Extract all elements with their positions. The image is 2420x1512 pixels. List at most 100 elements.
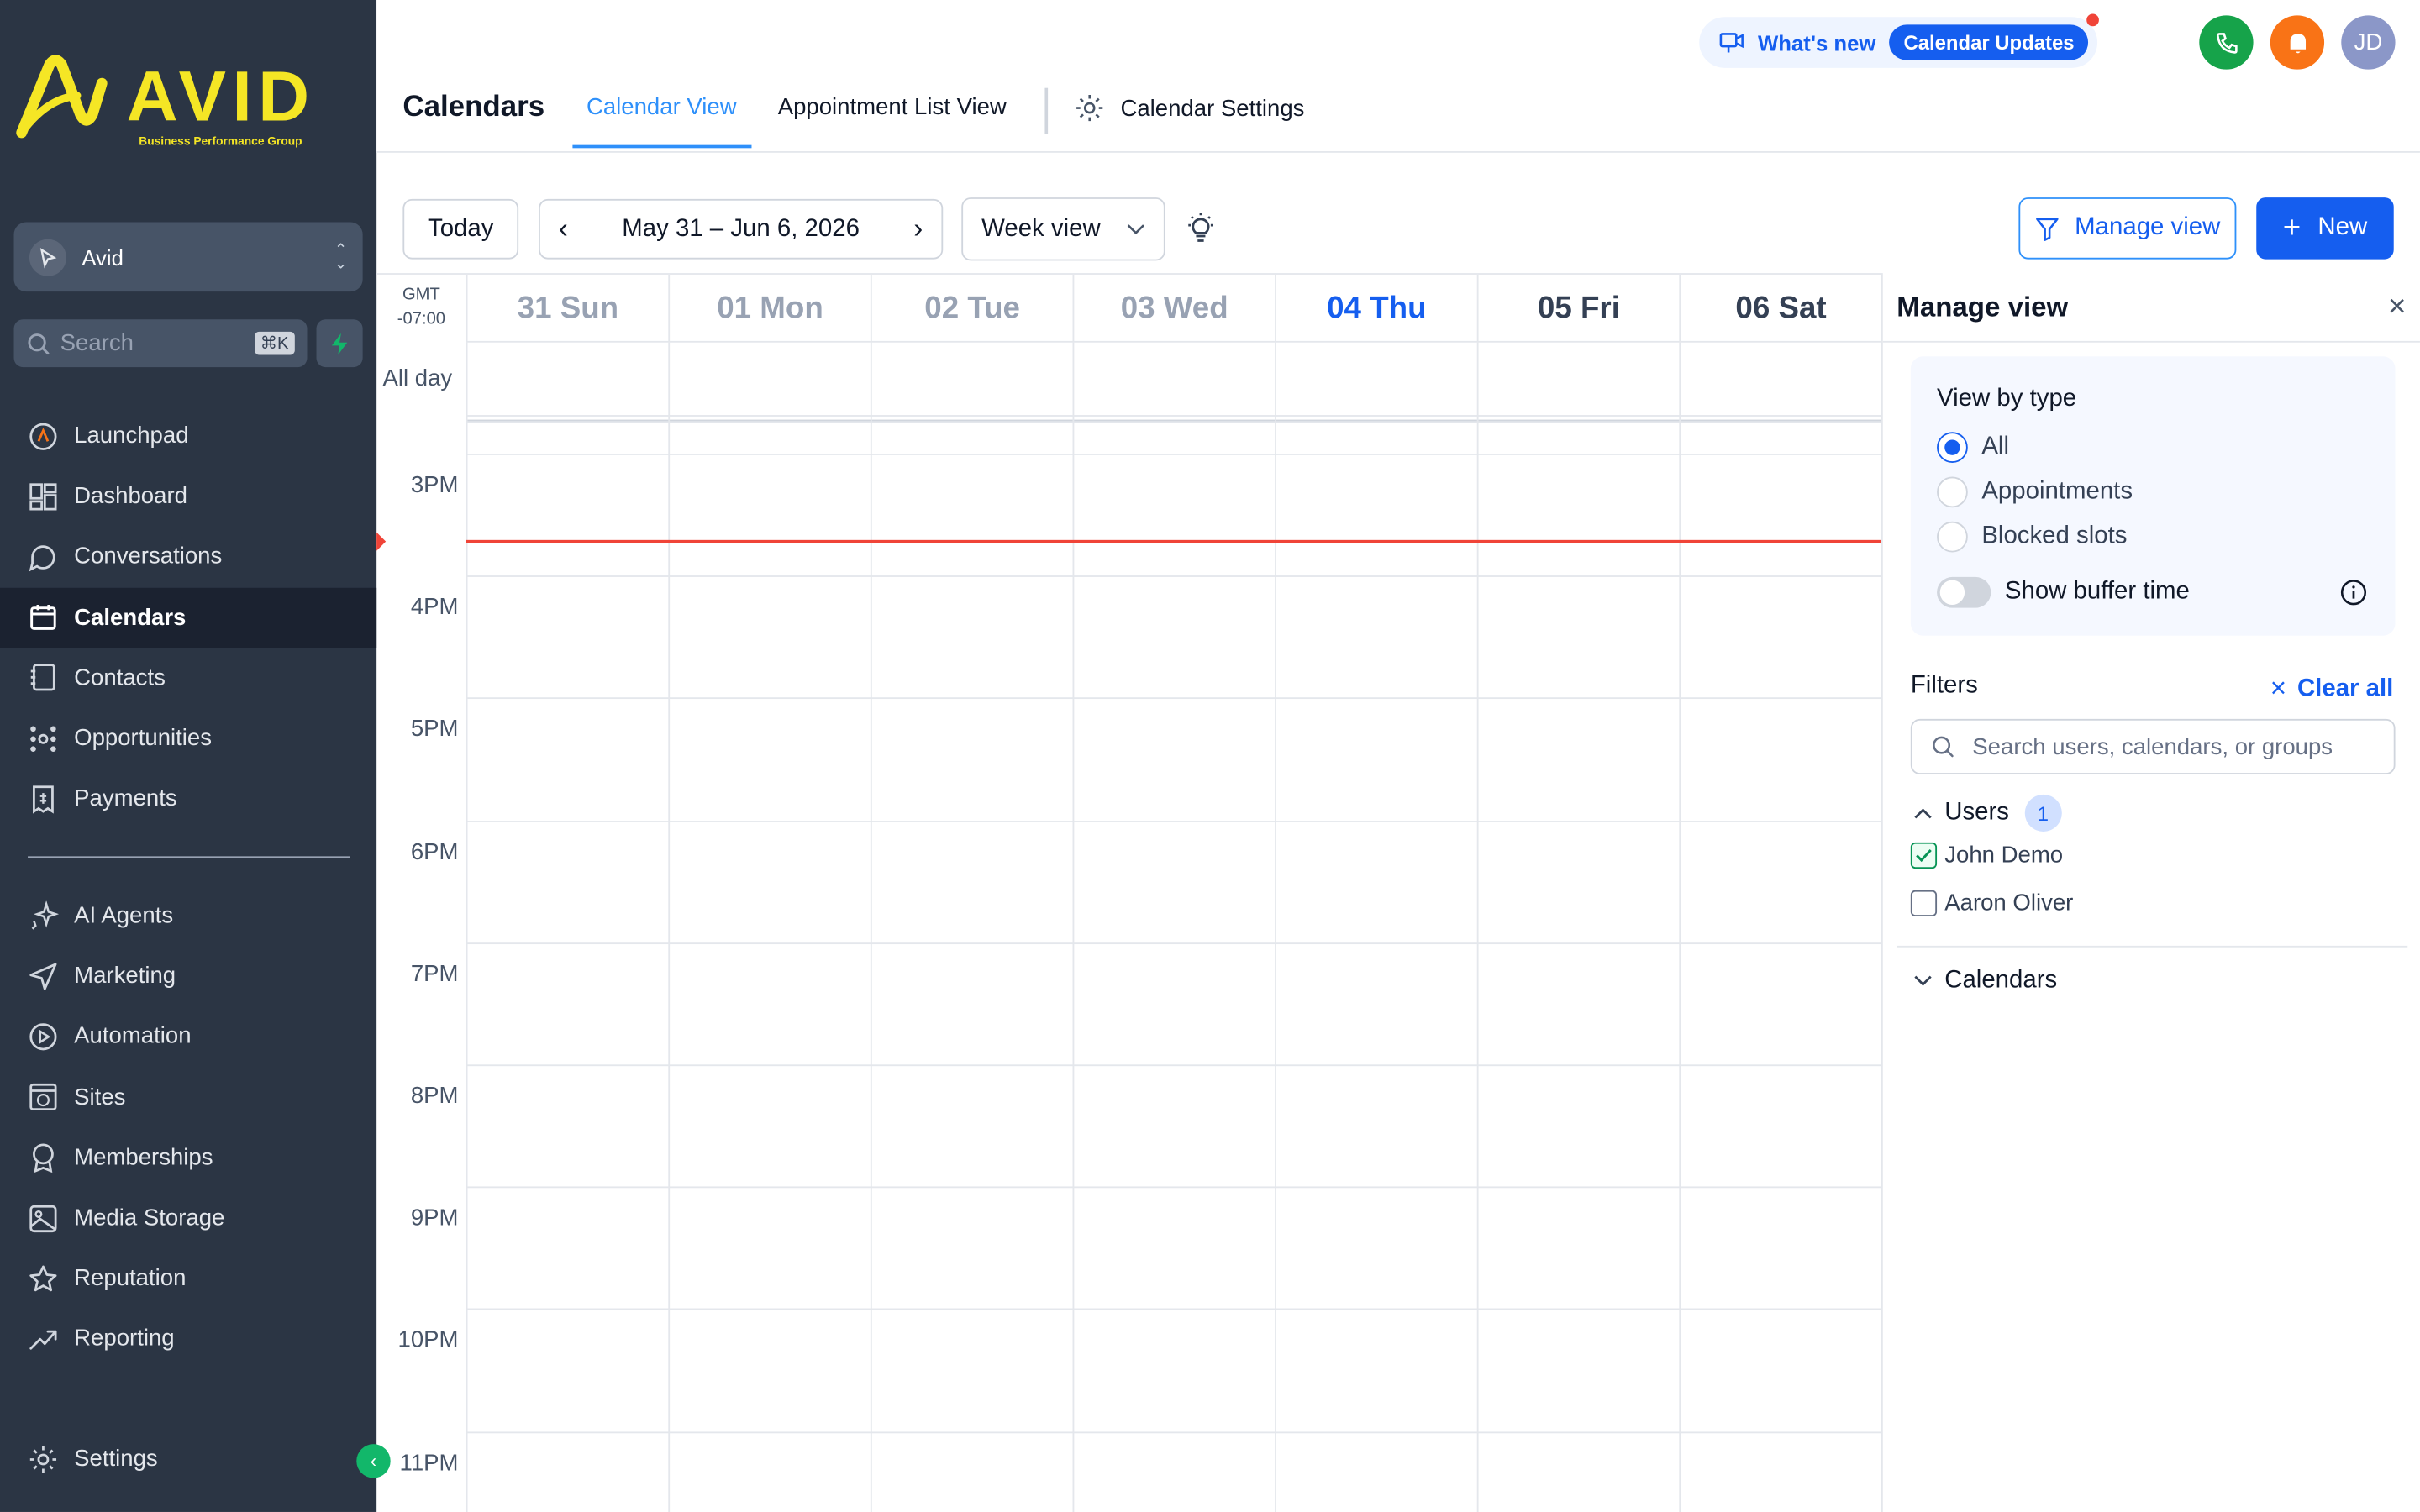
- check-icon: [1916, 849, 1932, 863]
- timezone-line-1: GMT: [402, 285, 440, 304]
- opportunities-icon: [30, 725, 56, 752]
- sidebar-item-label: Media Storage: [74, 1205, 225, 1231]
- view-select-value: Week view: [981, 215, 1101, 242]
- avid-logo[interactable]: AVID Business Performance Group: [15, 52, 360, 151]
- day-header[interactable]: 31 Sun: [466, 274, 669, 343]
- bell-icon: [2289, 33, 2306, 53]
- calendars-group-toggle[interactable]: Calendars: [1914, 968, 2057, 995]
- sidebar-item-calendars[interactable]: Calendars: [0, 586, 377, 648]
- new-button[interactable]: + New: [2256, 197, 2394, 260]
- gear-icon: [1076, 94, 1103, 122]
- sidebar-item-opportunities[interactable]: Opportunities: [0, 708, 376, 769]
- week-calendar-grid: GMT -07:00 31 Sun 01 Mon 02 Tue 03 Wed 04 Th…: [376, 273, 1883, 1512]
- checkbox[interactable]: [1910, 842, 1938, 869]
- view-by-type-section: View by type All Appointments Blocked sl…: [1910, 356, 2396, 636]
- sidebar-item-dashboard[interactable]: Dashboard: [0, 466, 376, 527]
- sidebar-item-conversations[interactable]: Conversations: [0, 527, 376, 587]
- view-select[interactable]: Week view: [961, 197, 1165, 261]
- sidebar-item-launchpad[interactable]: Launchpad: [0, 406, 376, 466]
- sparkle-icon: [31, 900, 59, 929]
- sidebar-item-ai-agents[interactable]: AI Agents: [0, 885, 376, 946]
- chevron-updown-icon: ⌃ ⌄: [334, 241, 348, 273]
- radio-button[interactable]: [1937, 521, 1968, 553]
- day-header[interactable]: 04 Thu: [1275, 274, 1477, 343]
- clear-all-button[interactable]: × Clear all: [2270, 673, 2394, 706]
- sidebar-item-marketing[interactable]: Marketing: [0, 946, 376, 1006]
- sidebar-item-reporting[interactable]: Reporting: [0, 1309, 376, 1369]
- day-header[interactable]: 06 Sat: [1679, 274, 1881, 343]
- notification-dot: [2086, 13, 2099, 27]
- sidebar-item-contacts[interactable]: Contacts: [0, 648, 376, 708]
- filters-title: Filters: [1910, 672, 1978, 700]
- hour-line: [466, 421, 1881, 423]
- lightbulb-button[interactable]: [1182, 210, 1219, 247]
- new-label: New: [2317, 214, 2368, 241]
- sidebar-item-sites[interactable]: Sites: [0, 1067, 376, 1127]
- today-button[interactable]: Today: [402, 198, 519, 260]
- radio-button[interactable]: [1937, 432, 1968, 464]
- users-group-toggle[interactable]: Users 1: [1914, 794, 2062, 832]
- sidebar-item-payments[interactable]: Payments: [0, 769, 376, 829]
- sidebar-item-label: Sites: [74, 1084, 126, 1110]
- hour-line: [466, 697, 1881, 700]
- sidebar-item-automation[interactable]: Automation: [0, 1006, 376, 1067]
- gear-icon: [29, 1446, 57, 1473]
- calendar-icon: [30, 605, 56, 631]
- day-header[interactable]: 01 Mon: [668, 274, 871, 343]
- hour-line: [466, 575, 1881, 578]
- sidebar-search[interactable]: Search ⌘K: [13, 319, 308, 368]
- hour-line: [466, 1431, 1881, 1433]
- lightbulb-icon: [1188, 213, 1213, 242]
- day-header[interactable]: 03 Wed: [1072, 274, 1276, 343]
- info-icon[interactable]: [2339, 579, 2367, 606]
- radio-label: Appointments: [1981, 478, 2133, 505]
- hour-label: 7PM: [410, 960, 459, 988]
- user-john-demo[interactable]: John Demo: [1910, 842, 2063, 869]
- checkbox[interactable]: [1910, 890, 1938, 916]
- panel-header: Manage view ×: [1882, 273, 2420, 343]
- radio-all[interactable]: All: [1937, 432, 2009, 464]
- radio-label: Blocked slots: [1981, 522, 2128, 549]
- hour-line: [466, 1064, 1881, 1067]
- hour-label: 11PM: [399, 1449, 459, 1476]
- location-switcher[interactable]: Avid ⌃ ⌄: [13, 222, 363, 292]
- quick-action-button[interactable]: [316, 319, 363, 368]
- day-header[interactable]: 02 Tue: [870, 274, 1073, 343]
- brand-name: AVID: [127, 56, 316, 135]
- filter-icon: [2036, 217, 2060, 240]
- tab-appointment-list-view[interactable]: Appointment List View: [778, 94, 1007, 120]
- manage-view-button[interactable]: Manage view: [2018, 197, 2237, 260]
- buffer-time-row: Show buffer time: [1937, 576, 2190, 608]
- filter-search-input[interactable]: Search users, calendars, or groups: [1910, 718, 2396, 775]
- close-icon[interactable]: ×: [2388, 289, 2406, 324]
- tab-calendar-settings[interactable]: Calendar Settings: [1074, 92, 1304, 123]
- sidebar-item-label: Memberships: [74, 1144, 213, 1171]
- manage-view-panel: Manage view × View by type All Appointme…: [1881, 273, 2420, 1512]
- avatar[interactable]: JD: [2341, 15, 2396, 70]
- whats-new-banner[interactable]: What's new Calendar Updates: [1699, 17, 2098, 68]
- all-day-label: All day: [382, 365, 453, 392]
- notifications-button[interactable]: [2270, 15, 2325, 70]
- image-icon: [29, 1205, 57, 1232]
- plus-icon: +: [2282, 210, 2302, 245]
- buffer-time-toggle[interactable]: [1937, 576, 1991, 608]
- tab-calendar-view[interactable]: Calendar View: [587, 94, 737, 120]
- sidebar-item-reputation[interactable]: Reputation: [0, 1248, 376, 1309]
- phone-button[interactable]: [2199, 15, 2254, 70]
- sidebar-item-media-storage[interactable]: Media Storage: [0, 1188, 376, 1248]
- day-header[interactable]: 05 Fri: [1476, 274, 1680, 343]
- next-week-button[interactable]: ›: [913, 213, 923, 245]
- trending-icon: [29, 1330, 57, 1350]
- active-tab-indicator: [572, 144, 752, 149]
- dashboard-icon: [29, 482, 57, 511]
- radio-button[interactable]: [1937, 476, 1968, 508]
- calendar-updates-pill[interactable]: Calendar Updates: [1889, 24, 2089, 60]
- sidebar-item-settings[interactable]: Settings: [0, 1429, 376, 1489]
- sidebar-item-memberships[interactable]: Memberships: [0, 1127, 376, 1188]
- prev-week-button[interactable]: ‹: [559, 213, 568, 245]
- user-aaron-oliver[interactable]: Aaron Oliver: [1910, 890, 2073, 916]
- sidebar-item-label: Marketing: [74, 963, 176, 990]
- radio-blocked-slots[interactable]: Blocked slots: [1937, 521, 2128, 553]
- grid-column-line: [870, 342, 872, 1512]
- radio-appointments[interactable]: Appointments: [1937, 476, 2133, 508]
